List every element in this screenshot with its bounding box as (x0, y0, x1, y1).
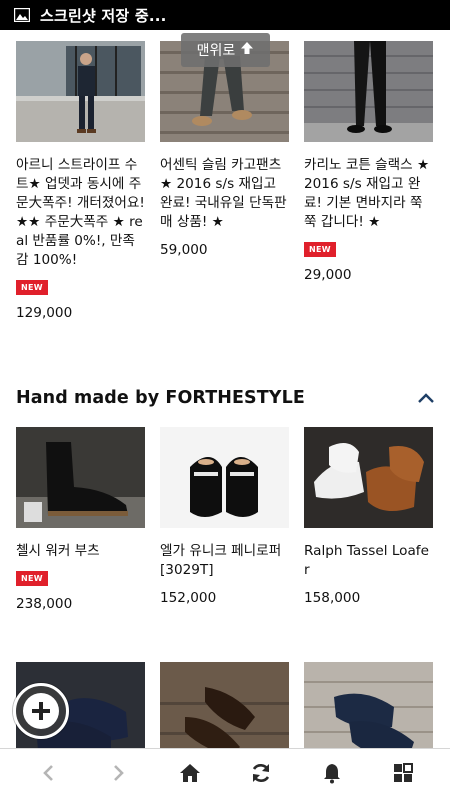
product-name[interactable]: 엘가 유니크 페니로퍼 [3029T] (160, 542, 289, 580)
product-grid-top: 아르니 스트라이프 수트★ 업뎃과 동시에 주문大폭주! 개터졌어요! ★★ 주… (16, 41, 436, 321)
new-badge: NEW (304, 242, 336, 257)
product-card[interactable]: 아르니 스트라이프 수트★ 업뎃과 동시에 주문大폭주! 개터졌어요! ★★ 주… (16, 41, 145, 321)
home-button[interactable] (170, 755, 210, 795)
bottom-nav-bar (0, 748, 450, 800)
product-card[interactable] (160, 662, 289, 748)
product-name[interactable]: 카리노 코튼 슬랙스 ★ 2016 s/s 재입고 완료! 기본 면바지라 쭉쭉… (304, 156, 433, 232)
product-price: 238,000 (16, 596, 73, 612)
product-image[interactable] (160, 427, 289, 528)
product-price: 152,000 (160, 590, 217, 606)
bell-icon (322, 762, 342, 788)
product-image[interactable] (304, 427, 433, 528)
scroll-to-top-label: 맨위로 (196, 43, 236, 59)
product-card[interactable]: 첼시 워커 부츠 NEW 238,000 (16, 427, 145, 612)
grid-icon (393, 762, 413, 787)
product-card[interactable]: 카리노 코튼 슬랙스 ★ 2016 s/s 재입고 완료! 기본 면바지라 쭉쭉… (304, 41, 433, 321)
product-price: 129,000 (16, 305, 73, 321)
product-price: 158,000 (304, 590, 361, 606)
arrow-up-icon (240, 41, 254, 59)
product-card[interactable] (304, 662, 433, 748)
section-title: Hand made by FORTHESTYLE (16, 388, 305, 408)
product-name[interactable]: Ralph Tassel Loafer (304, 542, 433, 580)
back-button[interactable] (28, 755, 68, 795)
menu-grid-button[interactable] (383, 755, 423, 795)
floating-add-button[interactable] (13, 683, 69, 739)
product-grid-handmade: 첼시 워커 부츠 NEW 238,000 엘가 유니크 페니로퍼 [3029T]… (16, 427, 436, 612)
chevron-up-icon[interactable] (416, 388, 436, 408)
product-name[interactable]: 어센틱 슬림 카고팬츠★ 2016 s/s 재입고 완료! 국내유일 단독판매 … (160, 156, 289, 232)
status-text: 스크린샷 저장 중... (40, 6, 167, 25)
product-price: 59,000 (160, 242, 208, 258)
scroll-to-top-button[interactable]: 맨위로 (181, 33, 270, 67)
product-card[interactable]: 어센틱 슬림 카고팬츠★ 2016 s/s 재입고 완료! 국내유일 단독판매 … (160, 41, 289, 321)
product-image[interactable] (160, 662, 289, 748)
product-card[interactable]: Ralph Tassel Loafer 158,000 (304, 427, 433, 612)
forward-button[interactable] (99, 755, 139, 795)
product-name[interactable]: 첼시 워커 부츠 (16, 542, 145, 561)
refresh-button[interactable] (241, 755, 281, 795)
forward-icon (112, 764, 126, 786)
status-bar: 스크린샷 저장 중... (0, 0, 450, 30)
back-icon (41, 764, 55, 786)
page-content[interactable]: 아르니 스트라이프 수트★ 업뎃과 동시에 주문大폭주! 개터졌어요! ★★ 주… (0, 30, 450, 748)
refresh-icon (250, 762, 272, 788)
product-price: 29,000 (304, 267, 352, 283)
product-image[interactable] (304, 41, 433, 142)
image-icon (14, 8, 30, 22)
new-badge: NEW (16, 280, 48, 295)
plus-icon (23, 693, 59, 729)
product-image[interactable] (16, 41, 145, 142)
product-name[interactable]: 아르니 스트라이프 수트★ 업뎃과 동시에 주문大폭주! 개터졌어요! ★★ 주… (16, 156, 145, 270)
section-header: Hand made by FORTHESTYLE (16, 384, 436, 412)
product-image[interactable] (304, 662, 433, 748)
new-badge: NEW (16, 571, 48, 586)
home-icon (179, 763, 201, 787)
product-grid-row3 (16, 662, 436, 748)
product-card[interactable]: 엘가 유니크 페니로퍼 [3029T] 152,000 (160, 427, 289, 612)
product-image[interactable] (16, 427, 145, 528)
notification-button[interactable] (312, 755, 352, 795)
